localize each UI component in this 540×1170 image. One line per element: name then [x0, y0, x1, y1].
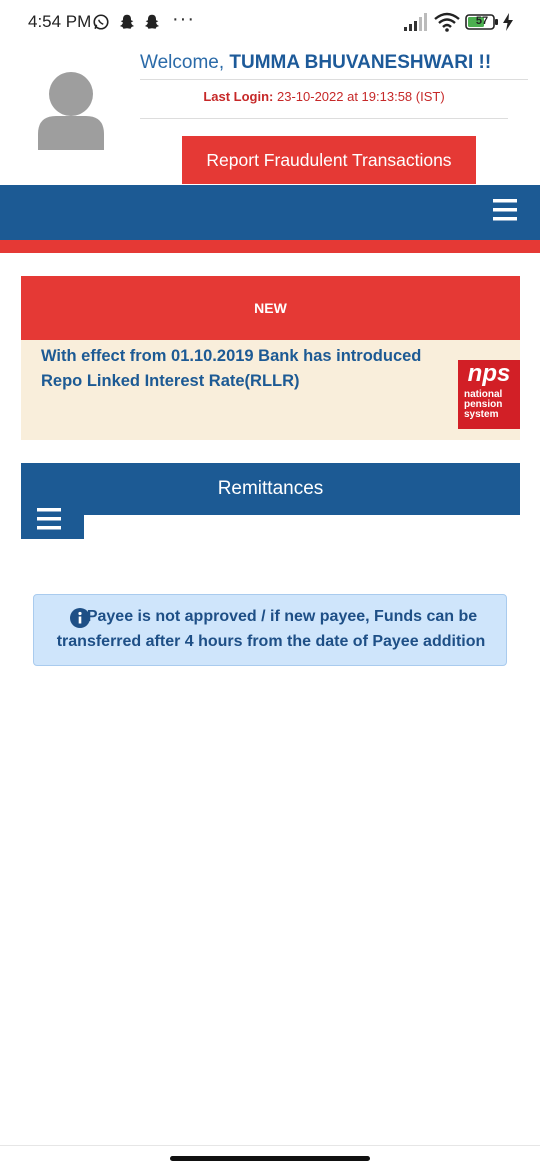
new-badge: NEW — [21, 276, 520, 340]
nps-line-system: system — [464, 409, 499, 420]
whatsapp-icon — [93, 14, 109, 30]
welcome-prefix: Welcome, — [140, 52, 230, 73]
info-message: Payee is not approved / if new payee, Fu… — [56, 608, 486, 650]
report-fraud-button[interactable]: Report Fraudulent Transactions — [182, 136, 476, 184]
snapchat-icon — [119, 14, 135, 29]
more-notifications-icon: ··· — [172, 8, 195, 30]
remittances-header: Remittances — [21, 463, 520, 515]
hamburger-menu-icon[interactable] — [493, 198, 517, 222]
nps-logo-caption: national pension system — [464, 390, 502, 420]
notice-text[interactable]: With effect from 01.10.2019 Bank has int… — [41, 344, 451, 394]
divider — [0, 1145, 540, 1146]
hamburger-menu-icon[interactable] — [37, 507, 61, 531]
battery-level: 57 — [475, 15, 489, 27]
charging-icon — [503, 13, 513, 31]
wifi-icon — [434, 12, 460, 32]
nav-accent-strip — [0, 240, 540, 253]
last-login-label: Last Login: — [203, 89, 274, 104]
avatar — [38, 72, 104, 150]
info-alert-text: Payee is not approved / if new payee, Fu… — [40, 604, 502, 654]
nps-logo[interactable]: nps national pension system — [458, 360, 520, 429]
last-login-value: 23-10-2022 at 19:13:58 (IST) — [273, 89, 445, 104]
divider — [140, 79, 528, 80]
welcome-message: Welcome, TUMMA BHUVANESHWARI !! — [140, 52, 491, 74]
nav-bar — [0, 185, 540, 240]
status-time: 4:54 PM — [28, 12, 92, 31]
user-name: TUMMA BHUVANESHWARI !! — [229, 52, 492, 73]
nps-logo-mark: nps — [467, 360, 511, 387]
snapchat-icon — [144, 14, 160, 29]
signal-icon — [404, 13, 427, 31]
home-indicator[interactable] — [170, 1156, 370, 1161]
last-login: Last Login: 23-10-2022 at 19:13:58 (IST) — [140, 89, 508, 104]
divider — [140, 118, 508, 119]
